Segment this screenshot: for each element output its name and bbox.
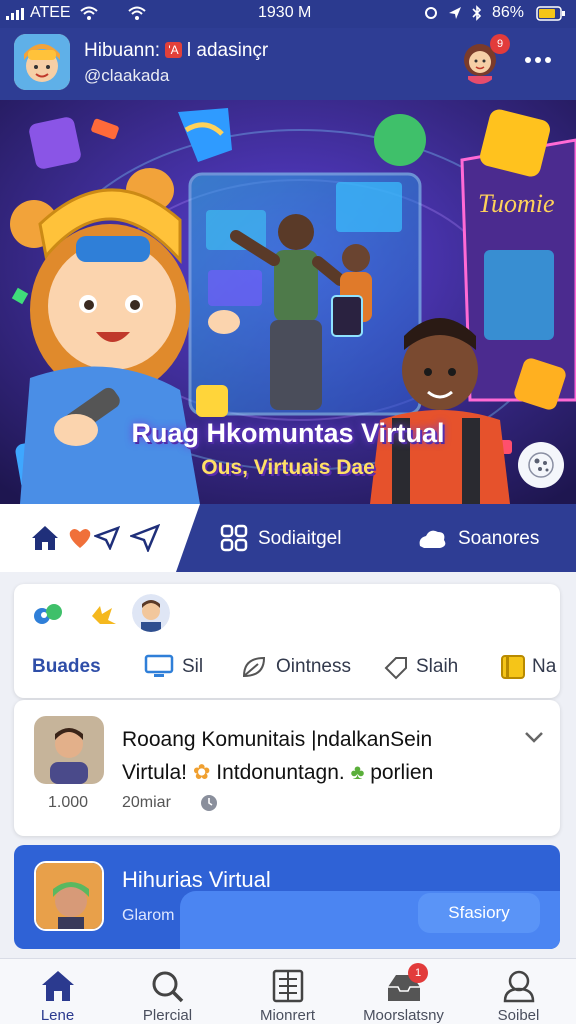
nav-moments[interactable]: Mionrert bbox=[230, 959, 345, 1024]
app-header: Hibuann: 'A l adasinçr @claakada 9 bbox=[0, 28, 576, 100]
battery-percent: 86% bbox=[492, 4, 525, 21]
battery-icon bbox=[536, 6, 565, 21]
nav-search-label: Plercial bbox=[142, 1007, 193, 1024]
social-icon bbox=[220, 524, 248, 552]
post-text-part-b: Intdonuntagn. bbox=[216, 761, 345, 784]
location-icon bbox=[449, 7, 461, 19]
sparkle-icon bbox=[92, 606, 116, 624]
monitor-icon bbox=[144, 654, 174, 677]
post-author-avatar[interactable] bbox=[34, 716, 104, 784]
hero-banner[interactable]: Tuomie Ruag Hkomuntas Virtual Ous, Virtu… bbox=[0, 100, 576, 504]
header-tag-icon: 'A bbox=[165, 42, 182, 58]
featured-title: Hihurias Virtual bbox=[122, 867, 271, 892]
nav-home[interactable]: Lene bbox=[0, 959, 115, 1024]
bluetooth-icon bbox=[472, 5, 482, 21]
header-title: Hibuann: 'A l adasinçr bbox=[84, 40, 268, 62]
nav-messages-label: Moorslatsny bbox=[363, 1007, 444, 1024]
search-icon bbox=[152, 971, 184, 1003]
post-time: 20miar bbox=[122, 794, 171, 811]
post-text-line2: Virtula! ✿ Intdonuntagn. ♣ porlien bbox=[122, 760, 433, 785]
messages-badge: 1 bbox=[408, 963, 428, 983]
status-bar: ATEE 1930 M 86% bbox=[0, 0, 576, 28]
filter-card: Buades Sil Ointness Slaih Na bbox=[14, 584, 560, 698]
chevron-down-icon[interactable] bbox=[524, 730, 544, 744]
profile-icon bbox=[503, 970, 535, 1003]
tab-home-active[interactable] bbox=[0, 504, 200, 572]
signal-icon bbox=[6, 8, 24, 20]
post-text-part-a: Virtula! bbox=[122, 761, 187, 784]
leaf-icon bbox=[242, 656, 266, 678]
post-text-part-c: porlien bbox=[370, 761, 434, 784]
hero-title: Ruag Hkomuntas Virtual bbox=[131, 418, 445, 448]
profile-avatar[interactable] bbox=[14, 34, 70, 90]
nav-home-label: Lene bbox=[40, 1007, 75, 1024]
filter-buades[interactable]: Buades bbox=[32, 656, 101, 678]
header-title-suffix: l adasinçr bbox=[186, 40, 269, 61]
decoration-icon bbox=[34, 604, 62, 624]
controller-icon bbox=[528, 452, 554, 478]
send-icon bbox=[94, 526, 120, 550]
header-handle: @claakada bbox=[84, 66, 170, 85]
svg-text:Tuomie: Tuomie bbox=[478, 189, 555, 218]
featured-subtitle: Glarom bbox=[122, 907, 175, 924]
wifi-icon bbox=[80, 6, 98, 20]
friend-avatar[interactable] bbox=[132, 594, 170, 632]
featured-avatar[interactable] bbox=[34, 861, 104, 931]
more-options-icon[interactable] bbox=[524, 56, 552, 64]
nav-profile-label: Soibel bbox=[497, 1007, 540, 1024]
nav-profile[interactable]: Soibel bbox=[461, 959, 576, 1024]
clover-icon: ♣ bbox=[350, 761, 365, 784]
clock-icon bbox=[201, 795, 217, 811]
post-text-line1: Rooang Komunitais |ndalkanSein bbox=[122, 728, 433, 751]
bottom-navigation: Lene Plercial Mionrert 1 Moorslatsny Soi… bbox=[0, 958, 576, 1024]
filter-ointness[interactable]: Ointness bbox=[276, 656, 351, 678]
flower-icon: ✿ bbox=[192, 761, 211, 784]
hero-subtitle: Ous, Virtuais Dae bbox=[201, 456, 375, 479]
wifi-icon-secondary bbox=[128, 6, 146, 20]
heart-chat-icon bbox=[69, 529, 91, 548]
nav-messages[interactable]: 1 Moorslatsny bbox=[346, 959, 461, 1024]
nav-search[interactable]: Plercial bbox=[110, 959, 225, 1024]
section-tab-bar: Sodiaitgel Soanores bbox=[0, 504, 576, 572]
share-icon bbox=[130, 524, 160, 552]
featured-card[interactable]: Hihurias Virtual Glarom Sfasiory bbox=[14, 845, 560, 949]
story-button[interactable]: Sfasiory bbox=[418, 893, 540, 933]
home-icon bbox=[42, 971, 74, 1001]
carrier-label: ATEE bbox=[30, 4, 71, 21]
nav-moments-label: Mionrert bbox=[259, 1007, 315, 1024]
filter-slaih[interactable]: Slaih bbox=[416, 656, 458, 678]
home-icon bbox=[32, 526, 58, 550]
post-card[interactable]: Rooang Komunitais |ndalkanSein Virtula! … bbox=[14, 700, 560, 836]
list-icon bbox=[272, 969, 304, 1003]
tab-scores[interactable]: Soanores bbox=[458, 528, 539, 550]
book-icon bbox=[501, 655, 525, 679]
header-title-name: Hibuann: bbox=[84, 40, 161, 61]
filter-na[interactable]: Na bbox=[532, 656, 560, 678]
cloud-bird-icon bbox=[419, 530, 446, 548]
filter-sil[interactable]: Sil bbox=[182, 656, 203, 678]
tag-icon bbox=[384, 657, 407, 680]
tab-social[interactable]: Sodiaitgel bbox=[258, 528, 341, 550]
notification-badge: 9 bbox=[490, 34, 510, 54]
post-view-count: 1.000 bbox=[48, 794, 89, 811]
hero-game-button[interactable] bbox=[518, 442, 564, 488]
clock: 1930 M bbox=[258, 4, 312, 21]
alarm-icon bbox=[425, 7, 437, 19]
